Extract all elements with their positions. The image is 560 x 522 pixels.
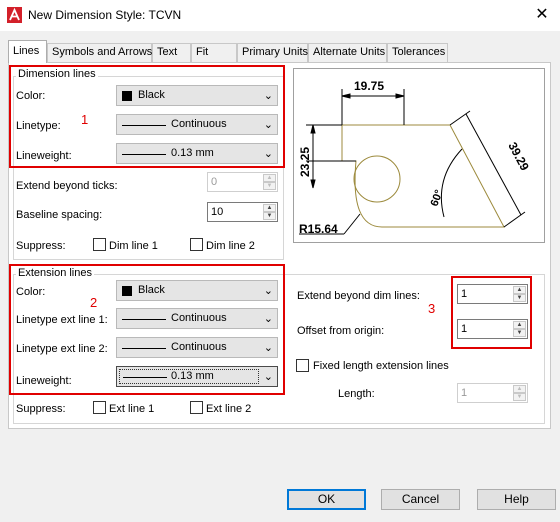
tab-symbols-and-arrows[interactable]: Symbols and Arrows <box>47 43 152 62</box>
annotation-box-1 <box>9 65 285 168</box>
annotation-box-3 <box>451 276 532 349</box>
baseline-value: 10 <box>211 206 224 218</box>
spin-up-icon[interactable]: ▲ <box>513 385 526 393</box>
close-icon[interactable]: ✕ <box>532 5 552 25</box>
length-label: Length: <box>338 388 375 400</box>
tab-text[interactable]: Text <box>152 43 191 62</box>
annotation-box-2 <box>9 264 285 395</box>
preview-dim-right: 39.29 <box>505 140 532 173</box>
autocad-icon <box>7 7 22 23</box>
length-input[interactable]: 1 ▲ ▼ <box>457 383 528 403</box>
ext-suppress-label: Suppress: <box>16 403 66 415</box>
preview-angle: 60° <box>429 188 446 208</box>
dim-suppress-label: Suppress: <box>16 240 66 252</box>
ext-line1-checkbox[interactable] <box>93 401 106 414</box>
fixed-length-checkbox[interactable] <box>296 359 309 372</box>
dim-line1-checkbox[interactable] <box>93 238 106 251</box>
spin-down-icon[interactable]: ▼ <box>263 182 276 190</box>
annotation-number-2: 2 <box>90 295 98 310</box>
dim-line2-label: Dim line 2 <box>206 240 255 252</box>
tab-fit[interactable]: Fit <box>191 43 237 62</box>
extend-beyond-ticks-input[interactable]: 0 ▲ ▼ <box>207 172 278 192</box>
dim-line2-checkbox[interactable] <box>190 238 203 251</box>
tab-primary-units[interactable]: Primary Units <box>237 43 308 62</box>
annotation-number-1: 1 <box>81 112 89 127</box>
fixed-length-label: Fixed length extension lines <box>313 360 449 372</box>
extend-beyond-ticks-label: Extend beyond ticks: <box>16 180 118 192</box>
dimension-preview: 19.75 23.25 39.29 60° R15.64 <box>293 68 545 243</box>
tab-tolerances[interactable]: Tolerances <box>387 43 448 62</box>
tab-alternate-units[interactable]: Alternate Units <box>308 43 387 62</box>
spin-down-icon[interactable]: ▼ <box>263 212 276 220</box>
preview-geometry <box>341 124 505 228</box>
dim-line1-label: Dim line 1 <box>109 240 158 252</box>
annotation-number-3: 3 <box>428 301 436 316</box>
ext-line2-checkbox[interactable] <box>190 401 203 414</box>
ext-line1-label: Ext line 1 <box>109 403 155 415</box>
spin-up-icon[interactable]: ▲ <box>263 204 276 212</box>
length-value: 1 <box>461 387 468 399</box>
extend-beyond-dim-lines-label: Extend beyond dim lines: <box>297 290 420 302</box>
help-button[interactable]: Help <box>477 489 556 510</box>
preview-dim-left: 23.25 <box>298 147 312 177</box>
window-title: New Dimension Style: TCVN <box>28 8 182 22</box>
preview-radius: R15.64 <box>299 222 338 236</box>
baseline-spacing-input[interactable]: 10 ▲ ▼ <box>207 202 278 222</box>
ext-line2-label: Ext line 2 <box>206 403 252 415</box>
spin-down-icon[interactable]: ▼ <box>513 393 526 401</box>
cancel-button[interactable]: Cancel <box>381 489 460 510</box>
spin-up-icon[interactable]: ▲ <box>263 174 276 182</box>
offset-from-origin-label: Offset from origin: <box>297 325 385 337</box>
baseline-spacing-label: Baseline spacing: <box>16 209 103 221</box>
tab-lines[interactable]: Lines <box>8 40 47 63</box>
preview-dim-top: 19.75 <box>354 79 384 93</box>
extend-ticks-value: 0 <box>211 176 218 188</box>
ok-button[interactable]: OK <box>287 489 366 510</box>
